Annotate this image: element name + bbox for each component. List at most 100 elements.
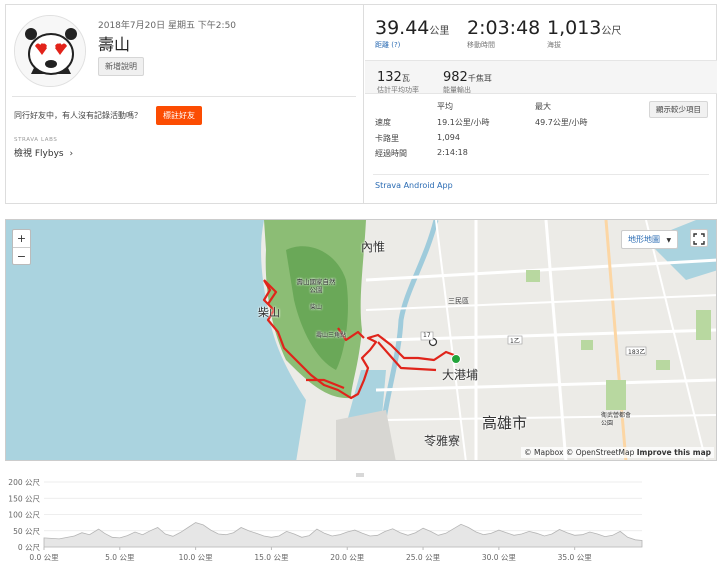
stat-energy: 982千焦耳 能量輸出 xyxy=(443,66,492,95)
route-map[interactable]: 內惟 柴山 壽山國家自然公園 柴山 壽山三角點 三民區 大港埔 高雄市 苓雅寮 … xyxy=(5,219,717,461)
divider xyxy=(12,96,356,97)
stat-elevation: 1,013公尺 海拔 xyxy=(547,17,621,50)
osm-attribution-link[interactable]: © OpenStreetMap xyxy=(566,448,635,457)
stat-power: 132瓦 估計平均功率 xyxy=(377,66,419,95)
energy-unit: 千焦耳 xyxy=(467,74,492,83)
zoom-in-button[interactable]: + xyxy=(13,230,30,247)
divider xyxy=(373,174,709,175)
label-road-17: 17 xyxy=(423,332,431,339)
distance-value: 39.44 xyxy=(375,17,430,39)
label-park-sub: 柴山 xyxy=(310,304,323,311)
row-elapsed-avg: 2:14:18 xyxy=(437,148,468,157)
view-flybys-link[interactable]: 檢視 Flybys › xyxy=(14,146,73,159)
label-kaohsiung: 高雄市 xyxy=(482,414,528,432)
show-less-button[interactable]: 顯示較少項目 xyxy=(649,101,708,118)
athlete-avatar[interactable] xyxy=(14,15,86,87)
column-average: 平均 xyxy=(437,102,453,111)
power-unit: 瓦 xyxy=(401,74,410,83)
activity-stats: 39.44公里 距離 (?) 2:03:48 移動時間 1,013公尺 海拔 1… xyxy=(365,5,717,203)
x-tick-label: 25.0 公里 xyxy=(406,553,441,562)
elevation-value: 1,013 xyxy=(547,17,602,39)
activity-date: 2018年7月20日 星期五 下午2:50 xyxy=(98,21,237,31)
add-description-button[interactable]: 新增說明 xyxy=(98,57,144,76)
energy-label: 能量輸出 xyxy=(443,86,471,94)
energy-value: 982 xyxy=(443,70,468,85)
harbor-pier xyxy=(336,410,396,460)
elevation-chart[interactable]: 200 公尺 150 公尺 100 公尺 50 公尺 0 公尺 0.0 公里 5.0 公里… xyxy=(0,462,720,570)
y-tick-label: 200 公尺 xyxy=(8,478,40,487)
y-axis-labels: 200 公尺 150 公尺 100 公尺 50 公尺 0 公尺 xyxy=(8,478,40,552)
activity-summary-card: 2018年7月20日 星期五 下午2:50 壽山 新增說明 同行好友中，有人沒有… xyxy=(5,4,717,204)
label-sanmin: 三民區 xyxy=(448,297,469,305)
label-lingyaliao: 苓雅寮 xyxy=(424,434,461,448)
road xyxy=(385,328,716,342)
row-calories-avg: 1,094 xyxy=(437,133,460,142)
fullscreen-icon xyxy=(693,233,705,245)
secondary-stats: 132瓦 估計平均功率 982千焦耳 能量輸出 xyxy=(365,60,717,94)
x-tick-label: 0.0 公里 xyxy=(29,553,59,562)
zoom-control: + − xyxy=(12,229,31,265)
road xyxy=(375,378,716,392)
road xyxy=(385,414,716,421)
elevation-unit: 公尺 xyxy=(601,26,622,37)
y-tick-label: 0 公尺 xyxy=(18,543,41,552)
avatar-image xyxy=(15,16,85,86)
x-tick-label: 35.0 公里 xyxy=(558,553,593,562)
park-patch xyxy=(581,340,593,350)
x-tick-label: 30.0 公里 xyxy=(482,553,517,562)
mapbox-attribution-link[interactable]: © Mapbox xyxy=(524,448,563,457)
activity-title[interactable]: 壽山 xyxy=(98,31,130,55)
map-type-dropdown[interactable]: 地形地圖 ▼ xyxy=(621,230,679,249)
zoom-out-button[interactable]: − xyxy=(13,247,30,264)
stat-distance: 39.44公里 距離 (?) xyxy=(375,17,449,50)
label-neiwei: 內惟 xyxy=(361,240,386,254)
y-tick-label: 150 公尺 xyxy=(8,494,40,503)
label-school: 衛武營都會公園 xyxy=(601,412,632,427)
elevation-label: 海拔 xyxy=(547,41,561,49)
label-dagangpu: 大港埔 xyxy=(442,368,479,382)
column-max: 最大 xyxy=(535,102,551,111)
activity-header: 2018年7月20日 星期五 下午2:50 壽山 新增說明 同行好友中，有人沒有… xyxy=(6,5,364,203)
power-label: 估計平均功率 xyxy=(377,86,419,94)
map-type-label: 地形地圖 xyxy=(628,235,660,244)
stat-moving-time: 2:03:48 移動時間 xyxy=(467,17,540,50)
road xyxy=(365,294,716,311)
power-value: 132 xyxy=(377,70,402,85)
x-tick-label: 10.0 公里 xyxy=(179,553,214,562)
sea-area xyxy=(6,220,306,460)
label-road-183: 183乙 xyxy=(628,349,646,356)
label-park: 壽山國家自然公園 xyxy=(296,278,336,294)
strava-app-link[interactable]: Strava Android App xyxy=(375,181,453,190)
park-patch xyxy=(606,380,626,410)
flybys-label: 檢視 Flybys xyxy=(14,149,64,159)
row-speed-avg: 19.1公里/小時 xyxy=(437,118,490,127)
park-patch xyxy=(696,310,711,340)
moving-time-value: 2:03:48 xyxy=(467,17,541,39)
row-calories-label: 卡路里 xyxy=(375,134,399,143)
tag-friends-button[interactable]: 標註好友 xyxy=(156,106,202,125)
caret-down-icon: ▼ xyxy=(666,237,672,244)
label-chaishan: 柴山 xyxy=(258,306,280,319)
distance-unit: 公里 xyxy=(429,26,450,37)
distance-label: 距離 xyxy=(375,41,389,49)
end-marker[interactable] xyxy=(451,354,461,364)
label-road-1b: 1乙 xyxy=(510,338,520,345)
group-activity-prompt: 同行好友中，有人沒有記錄活動嗎？ xyxy=(14,111,142,120)
help-icon[interactable]: (?) xyxy=(391,41,400,49)
y-tick-label: 50 公尺 xyxy=(13,527,40,536)
x-tick-label: 15.0 公里 xyxy=(254,553,289,562)
improve-map-link[interactable]: Improve this map xyxy=(637,448,711,457)
row-elapsed-label: 經過時間 xyxy=(375,149,407,158)
strava-labs-label: STRAVA LABS xyxy=(14,137,58,143)
map-attribution: © Mapbox © OpenStreetMap Improve this ma… xyxy=(521,447,714,458)
fullscreen-button[interactable] xyxy=(690,229,708,247)
park-patch xyxy=(656,360,670,370)
x-axis-labels: 0.0 公里 5.0 公里 10.0 公里 15.0 公里 20.0 公里 25.0 公里… xyxy=(29,547,592,562)
road xyxy=(544,220,568,460)
y-tick-label: 100 公尺 xyxy=(8,511,40,520)
road xyxy=(435,220,467,460)
moving-time-label: 移動時間 xyxy=(467,41,495,49)
row-speed-label: 速度 xyxy=(375,118,391,127)
chevron-right-icon: › xyxy=(69,149,74,159)
x-tick-label: 20.0 公里 xyxy=(330,553,365,562)
